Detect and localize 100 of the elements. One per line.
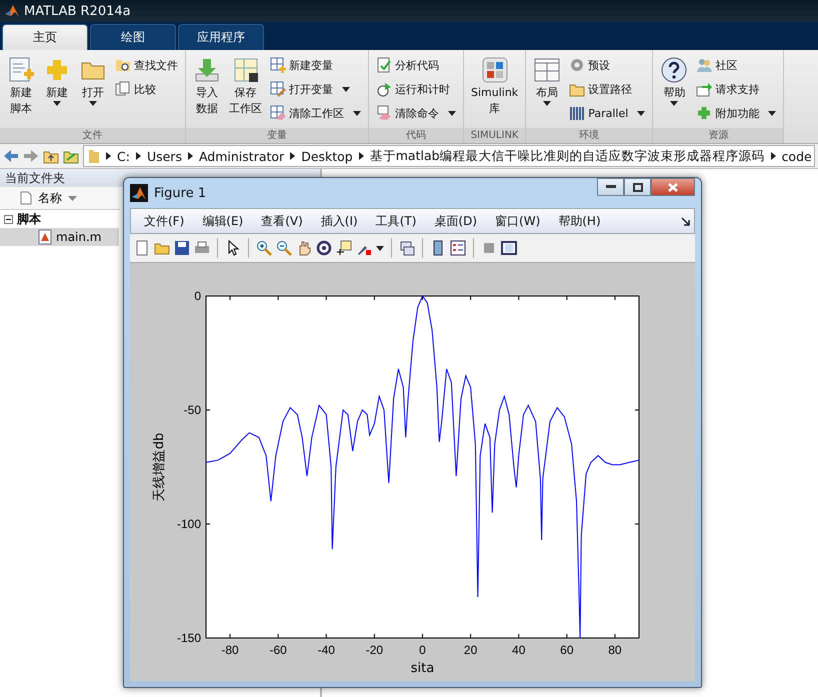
ribbon-button[interactable]: 新建 脚本 — [4, 54, 38, 128]
x-tick-label: -40 — [318, 643, 336, 657]
column-title: 名称 — [38, 190, 62, 206]
path-segment[interactable]: 基于matlab编程最大信干噪比准则的自适应数字波束形成器程序源码 — [370, 148, 765, 164]
x-tick-label: -20 — [366, 643, 384, 657]
chevron-icon — [290, 152, 296, 160]
ribbon-button[interactable]: 设置路径 — [566, 78, 648, 100]
menu-item[interactable]: 工具(T) — [366, 212, 426, 230]
zoom-in-icon[interactable] — [256, 240, 272, 256]
ribbon-button[interactable]: 附加功能 — [693, 102, 780, 124]
ribbon-tab[interactable]: 绘图 — [90, 24, 176, 50]
find-files-icon — [115, 57, 131, 73]
path-segment[interactable]: Administrator — [198, 148, 284, 164]
new-script-icon — [7, 56, 35, 84]
path-field[interactable]: C: Users Administrator Desktop 基于matlab编程最大信干噪比准则的自适应数字波束形成器程序源码 code — [83, 145, 815, 167]
window-title: MATLAB R2014a — [24, 4, 131, 18]
ribbon-button[interactable]: 运行和计时 — [373, 78, 459, 100]
ribbon-button[interactable]: 保存 工作区 — [226, 54, 265, 128]
minimize-icon — [606, 185, 616, 189]
ribbon-button[interactable]: 分析代码 — [373, 54, 459, 76]
ribbon-button[interactable]: 布局 — [530, 54, 564, 128]
y-tick-label: 0 — [194, 289, 202, 303]
ribbon-button[interactable]: Simulink 库 — [468, 54, 522, 128]
path-segment[interactable]: Users — [146, 148, 182, 164]
menu-item[interactable]: 桌面(D) — [425, 212, 486, 230]
menu-item[interactable]: 文件(F) — [135, 212, 194, 230]
x-tick-label: 20 — [464, 643, 478, 657]
path-segment[interactable]: Desktop — [301, 148, 353, 164]
close-button[interactable] — [651, 178, 695, 196]
ribbon-button[interactable]: 清除命令 — [373, 102, 459, 124]
group-label: 环境 — [526, 128, 652, 143]
legend-icon[interactable] — [450, 240, 466, 256]
window-title: Figure 1 — [154, 186, 206, 200]
ribbon-button[interactable]: 请求支持 — [693, 78, 780, 100]
caret-icon — [376, 246, 384, 250]
group-label: 资源 — [653, 128, 784, 143]
analyze-code-icon — [376, 57, 392, 73]
group-label: 代码 — [369, 128, 463, 143]
clear-workspace-icon — [270, 105, 286, 121]
link-icon[interactable] — [399, 240, 415, 256]
ribbon-button[interactable]: 打开变量 — [267, 78, 364, 100]
minimize-button[interactable] — [597, 178, 624, 196]
data-cursor-icon[interactable] — [336, 240, 352, 256]
zoom-out-icon[interactable] — [276, 240, 292, 256]
eraser-icon — [376, 105, 392, 121]
maximize-button[interactable] — [624, 178, 651, 196]
menu-item[interactable]: 插入(I) — [312, 212, 367, 230]
menu-item[interactable]: 编辑(E) — [193, 212, 252, 230]
new-file-icon[interactable] — [134, 240, 150, 256]
ribbon-button[interactable]: 帮助 — [657, 54, 692, 128]
maximize-icon — [632, 182, 642, 192]
parallel-icon — [569, 105, 586, 121]
simulink-icon — [480, 56, 509, 84]
ribbon-button[interactable]: 查找文件 — [112, 54, 181, 76]
collapse-icon — [4, 214, 13, 224]
save-icon[interactable] — [174, 240, 190, 256]
ribbon-button[interactable]: 打开 — [76, 54, 110, 128]
tree-item[interactable]: main.m — [0, 228, 119, 246]
sort-caret-icon — [68, 196, 77, 200]
x-axis-label: sita — [410, 661, 434, 676]
plot-tools-icon[interactable] — [501, 240, 517, 256]
tree-item[interactable]: 脚本 — [0, 210, 119, 228]
matlab-logo-icon — [4, 3, 20, 19]
close-icon — [668, 182, 678, 192]
menu-item[interactable]: 查看(V) — [252, 212, 312, 230]
x-tick-label: 40 — [512, 643, 526, 657]
x-tick-label: 0 — [419, 643, 426, 657]
x-tick-label: -80 — [221, 643, 240, 657]
ribbon-button[interactable]: 新建 — [40, 54, 74, 128]
matlab-logo-icon — [130, 184, 148, 202]
gear-icon — [569, 57, 586, 73]
group-label: SIMULINK — [464, 128, 526, 143]
column-header[interactable]: 名称 — [0, 187, 120, 210]
ribbon-button[interactable]: 导入 数据 — [190, 54, 224, 128]
ribbon-tab[interactable]: 主页 — [2, 24, 88, 50]
chevron-icon — [188, 152, 193, 160]
grid-save-icon — [232, 56, 260, 84]
ribbon-button[interactable]: 社区 — [693, 54, 780, 76]
help-icon — [660, 56, 688, 84]
ribbon-button[interactable]: Parallel — [566, 102, 648, 124]
ribbon-button[interactable]: 比较 — [112, 78, 181, 100]
path-segment[interactable]: code — [782, 148, 812, 164]
x-tick-label: 80 — [608, 643, 622, 657]
ribbon-button[interactable]: 清除工作区 — [267, 102, 364, 124]
back-icon[interactable] — [3, 148, 19, 164]
path-segment[interactable]: C: — [117, 148, 130, 164]
dock-arrow-icon[interactable] — [681, 216, 690, 226]
y-axis-label: 天线增益db — [152, 432, 167, 502]
print-icon[interactable] — [194, 240, 210, 256]
menu-item[interactable]: 帮助(H) — [549, 212, 610, 230]
folder-icon — [88, 148, 100, 164]
layout-icon — [533, 56, 562, 84]
chevron-icon — [106, 152, 111, 160]
ribbon-tab[interactable]: 应用程序 — [178, 24, 264, 50]
envelope-arrow-icon — [696, 81, 712, 97]
file-icon — [20, 191, 32, 205]
ribbon-button[interactable]: 预设 — [566, 54, 648, 76]
people-icon — [696, 57, 712, 73]
menu-item[interactable]: 窗口(W) — [486, 212, 550, 230]
ribbon-button[interactable]: 新建变量 — [267, 54, 364, 76]
